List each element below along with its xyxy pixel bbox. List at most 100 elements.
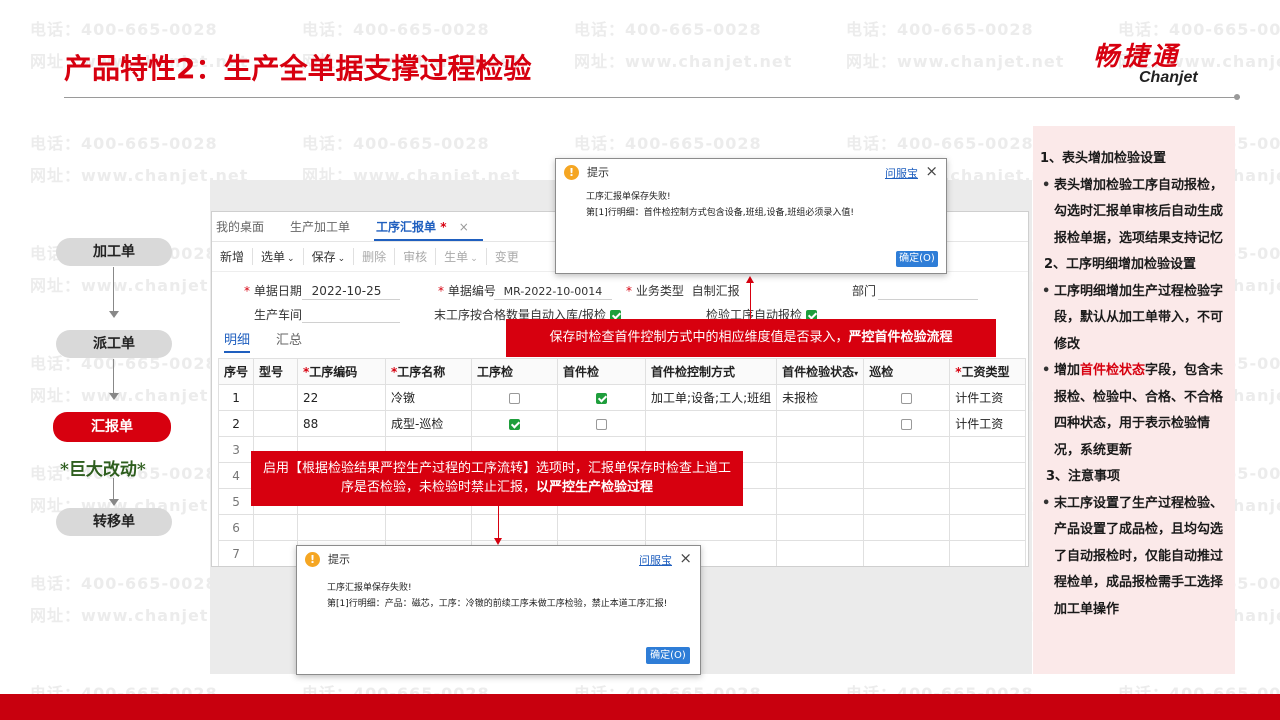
biz-type-select[interactable]: 自制汇报 [692, 284, 740, 298]
tab-report-order-label: 工序汇报单 [376, 220, 437, 234]
cell-first-ctrl[interactable]: 加工单;设备;工人;班组 [645, 384, 778, 411]
cell-patrol[interactable] [863, 384, 951, 411]
date-field: * 单据日期 2022-10-25 [244, 284, 382, 298]
col-name: *工序名称 [385, 358, 473, 385]
cell-model[interactable] [253, 410, 299, 437]
col-first-inspect: 首件检 [557, 358, 647, 385]
dialog-body: 工序汇报单保存失败! 第[1]行明细：首件检控制方式包含设备,班组,设备,班组必… [556, 185, 946, 225]
doc-no-value[interactable]: MR-2022-10-0014 [504, 285, 603, 298]
flow-note: *巨大改动* [60, 460, 146, 480]
callout-process-control: 启用【根据检验结果严控生产过程的工序流转】选项时，汇报单保存时检查上道工序是否检… [251, 451, 743, 506]
col-patrol: 巡检 [863, 358, 951, 385]
audit-button[interactable]: 审核 [395, 248, 437, 265]
cell-first-status: 未报检 [776, 384, 865, 411]
col-wage: *工资类型 [949, 358, 1027, 385]
flow-connector [113, 359, 114, 393]
col-no: 序号 [217, 358, 255, 385]
callout-first-inspect-emph: 严控首件检验流程 [848, 330, 953, 345]
ok-button[interactable]: 确定(O) [646, 647, 690, 664]
ok-button[interactable]: 确定(O) [896, 251, 938, 267]
cell-wage[interactable]: 计件工资 [949, 410, 1027, 437]
cell-first-inspect[interactable] [557, 384, 647, 411]
callout-first-inspect: 保存时检查首件控制方式中的相应维度值是否录入，严控首件检验流程 [506, 319, 996, 357]
tab-close-icon[interactable]: × [459, 220, 469, 234]
select-doc-label: 选单 [261, 250, 286, 264]
callout-connector [750, 282, 751, 319]
add-button[interactable]: 新增 [212, 248, 254, 265]
biz-type-label: 业务类型 [635, 284, 684, 298]
close-icon[interactable]: × [679, 549, 692, 567]
table-row[interactable]: 6 [217, 514, 1027, 541]
flow-connector [113, 267, 114, 311]
dialog-header: ! 提示 问服宝 × [556, 159, 946, 185]
flow-arrow-icon [109, 499, 119, 506]
watermark-phone: 电话：400-665-0028 [574, 20, 762, 39]
checkbox[interactable] [901, 392, 913, 404]
doc-no-field: * 单据编号 MR-2022-10-0014 [438, 284, 603, 298]
checkbox[interactable] [596, 418, 608, 430]
detail-subtabs: 明细 汇总 [224, 329, 302, 353]
checkbox[interactable] [509, 392, 521, 404]
cell-proc-inspect[interactable] [471, 384, 559, 411]
checkbox[interactable] [509, 418, 521, 430]
flow-step-processing-order: 加工单 [56, 238, 172, 266]
tab-my-desktop[interactable]: 我的桌面 [214, 218, 278, 241]
cell-code[interactable]: 88 [297, 410, 387, 437]
arrow-up-icon [746, 276, 754, 283]
cell-first-ctrl[interactable] [645, 410, 778, 437]
change-button[interactable]: 变更 [487, 248, 527, 265]
cell-proc-inspect[interactable] [471, 410, 559, 437]
flow-arrow-icon [109, 393, 119, 400]
feature-notes: 1、表头增加检验设置 表头增加检验工序自动报检，勾选时汇报单审核后自动生成报检单… [1036, 146, 1232, 623]
generate-button[interactable]: 生单 ⌄ [436, 248, 487, 265]
tab-production-order[interactable]: 生产加工单 [288, 218, 364, 241]
warning-icon: ! [564, 164, 579, 180]
cell-model[interactable] [253, 384, 299, 411]
table-row[interactable]: 1 22 冷镦 加工单;设备;工人;班组 未报检 计件工资 [217, 384, 1027, 411]
flow-step-report-order: 汇报单 [53, 412, 171, 442]
dialog-header: ! 提示 问服宝 × [297, 546, 700, 572]
note-section-2-title: 2、工序明细增加检验设置 [1044, 257, 1197, 272]
dialog-message-title: 工序汇报单保存失败! [327, 583, 412, 593]
flow-step-transfer-order: 转移单 [56, 508, 172, 536]
cell-first-status [776, 410, 865, 437]
cell-wage[interactable]: 计件工资 [949, 384, 1027, 411]
cell-name[interactable]: 成型-巡检 [385, 410, 473, 437]
callout-first-inspect-text: 保存时检查首件控制方式中的相应维度值是否录入， [549, 330, 849, 345]
subtab-summary[interactable]: 汇总 [276, 329, 302, 353]
dialog-message-detail: 第[1]行明细：产品：磁芯，工序：冷镦的前续工序未做工序检验，禁止本道工序汇报! [327, 599, 668, 609]
watermark-site: 网址：www.chanjet.net [574, 52, 793, 71]
subtab-detail[interactable]: 明细 [224, 329, 251, 353]
col-first-ctrl: 首件检控制方式 [645, 358, 778, 385]
table-row[interactable]: 2 88 成型-巡检 计件工资 [217, 410, 1027, 437]
cell-patrol[interactable] [863, 410, 951, 437]
logo-cn-text: 畅捷通 [1093, 42, 1181, 72]
help-link[interactable]: 问服宝 [639, 552, 672, 568]
watermark-phone: 电话：400-665-0028 [846, 134, 1034, 153]
cell-code[interactable]: 22 [297, 384, 387, 411]
help-link[interactable]: 问服宝 [885, 165, 918, 181]
delete-button[interactable]: 删除 [354, 248, 396, 265]
col-model: 型号 [253, 358, 299, 385]
watermark-phone: 电话：400-665-0028 [30, 574, 218, 593]
dialog-title: 提示 [328, 553, 350, 566]
grid-header-row: 序号 型号 *工序编码 *工序名称 工序检 首件检 首件检控制方式 首件检验状态… [217, 358, 1027, 385]
dept-field: 部门 [852, 282, 876, 299]
watermark-phone: 电话：400-665-0028 [846, 20, 1034, 39]
date-value[interactable]: 2022-10-25 [312, 284, 382, 298]
close-icon[interactable]: × [925, 162, 938, 180]
checkbox[interactable] [901, 418, 913, 430]
watermark-phone: 电话：400-665-0028 [302, 20, 490, 39]
checkbox[interactable] [596, 392, 608, 404]
chanjet-logo: 畅捷通 Chanjet [1093, 36, 1198, 87]
note-section-1-title: 1、表头增加检验设置 [1040, 151, 1167, 166]
cell-name[interactable]: 冷镦 [385, 384, 473, 411]
save-button[interactable]: 保存 ⌄ [304, 248, 355, 265]
chevron-down-icon: ⌄ [287, 254, 295, 264]
biz-type-field: * 业务类型 自制汇报 [626, 284, 740, 298]
cell-first-inspect[interactable] [557, 410, 647, 437]
select-doc-button[interactable]: 选单 ⌄ [253, 248, 304, 265]
tab-report-order[interactable]: 工序汇报单 * × [374, 218, 483, 241]
cell-no: 2 [217, 410, 255, 437]
chevron-down-icon: ⌄ [337, 254, 346, 264]
